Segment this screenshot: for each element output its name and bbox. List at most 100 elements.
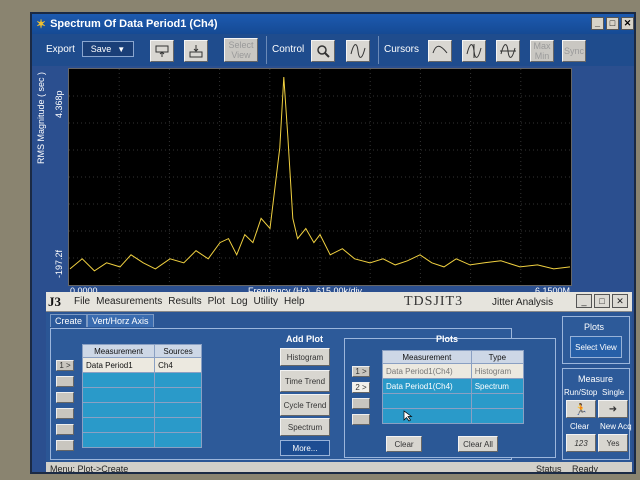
app-name: TDSJIT3 [404,294,464,309]
spectrum-title-bar: ✶ Spectrum Of Data Period1 (Ch4) _ □ ✕ [32,14,634,34]
run-stop-button[interactable]: 🏃 [566,400,596,418]
y-axis-label: RMS Magnitude ( sec ) [36,71,46,164]
table-row[interactable] [81,402,202,418]
waveform-control-icon[interactable] [346,40,370,62]
save-dropdown[interactable]: Save ▼ [82,41,134,57]
plot-row-button-3[interactable]: > [352,398,370,409]
close-button[interactable]: ✕ [621,17,634,30]
single-button[interactable]: ➜ [598,400,628,418]
clear-measure-button[interactable]: 123 [566,434,596,452]
plot-row-button-1[interactable]: 1 > [352,366,370,377]
source-cell[interactable] [154,417,202,433]
j3-logo: J3 [48,294,61,309]
measurement-cell[interactable] [81,372,156,388]
cursor-horizontal-icon[interactable] [496,40,520,62]
new-acq-yes-button[interactable]: Yes [598,434,628,452]
add-plot-title: Add Plot [286,334,323,344]
plot-type-cell[interactable] [470,408,525,424]
measure-row-button-2[interactable]: > [56,376,74,387]
select-view-button[interactable]: Select View [224,38,258,62]
source-cell[interactable] [154,372,202,388]
table-row[interactable]: Data Period1 Ch4 [81,357,202,373]
maximize-button[interactable]: □ [606,17,619,30]
export-down-icon[interactable] [184,40,208,62]
source-cell[interactable] [154,402,202,418]
y-axis-bottom-tick: -197.2f [54,249,64,278]
sources-column-header: Sources [154,344,202,358]
cursor-vertical-icon[interactable] [462,40,486,62]
menu-help[interactable]: Help [284,296,305,307]
clear-plot-button[interactable]: Clear [386,436,422,452]
plot-measurement-cell[interactable]: Data Period1(Ch4) [382,363,472,379]
control-label: Control [272,44,305,55]
menu-plot[interactable]: Plot [208,296,225,307]
table-row[interactable] [81,387,202,403]
menu-measurements[interactable]: Measurements [96,296,162,307]
tab-create[interactable]: Create [50,314,88,327]
plot-measurement-cell[interactable]: Data Period1(Ch4) [382,378,472,394]
running-man-icon: 🏃 [574,403,588,416]
zoom-icon[interactable] [311,40,335,62]
minimize-button[interactable]: _ [591,17,604,30]
single-label: Single [602,388,625,397]
measurement-cell[interactable] [81,432,156,448]
tab-vert-horz-axis[interactable]: Vert/Horz Axis [87,314,154,327]
source-cell[interactable]: Ch4 [154,357,202,373]
clear-label: Clear [570,422,590,431]
table-row[interactable] [81,372,202,388]
plot-measurement-column-header: Measurement [382,350,472,364]
plot-measurement-cell[interactable] [382,408,472,424]
single-run-icon: ➜ [608,403,618,415]
measure-row-button-5[interactable]: > [56,424,74,435]
spectrum-plot[interactable] [68,68,572,286]
plot-type-cell[interactable]: Histogram [470,363,525,379]
source-cell[interactable] [154,387,202,403]
source-cell[interactable] [154,432,202,448]
plot-row-button-4[interactable]: > [352,414,370,425]
right-plots-title: Plots [584,322,605,332]
save-dropdown-label: Save [90,44,112,54]
measurement-column-header: Measurement [81,344,156,358]
menu-log[interactable]: Log [231,296,248,307]
measurement-cell[interactable] [81,387,156,403]
max-min-button[interactable]: Max Min [530,40,554,62]
measurement-cell[interactable] [81,402,156,418]
cursors-label: Cursors [384,44,420,55]
right-select-view-button[interactable]: Select View [570,336,622,358]
main-menu: File Measurements Results Plot Log Utili… [74,296,305,307]
table-row[interactable] [382,393,525,409]
table-row[interactable] [81,417,202,433]
plot-type-cell[interactable]: Spectrum [470,378,525,394]
app-maximize-button[interactable]: □ [594,294,610,308]
measurement-cell[interactable]: Data Period1 [81,357,156,373]
export-up-icon[interactable] [150,40,174,62]
measure-row-button-1[interactable]: 1 > [56,360,74,371]
app-close-button[interactable]: ✕ [612,294,628,308]
cursor-wave-icon[interactable] [428,40,452,62]
table-row[interactable]: Data Period1(Ch4) Spectrum [382,378,525,394]
toolbar-divider [378,36,379,64]
table-row[interactable] [81,432,202,448]
cycle-trend-button[interactable]: Cycle Trend [280,394,330,416]
menu-file[interactable]: File [74,296,90,307]
measurement-cell[interactable] [81,417,156,433]
clear-all-button[interactable]: Clear All [458,436,498,452]
measure-row-button-6[interactable]: > [56,440,74,451]
measure-row-button-4[interactable]: > [56,408,74,419]
spectrum-button[interactable]: Spectrum [280,418,330,436]
measure-row-button-3[interactable]: > [56,392,74,403]
plot-type-column-header: Type [470,350,525,364]
more-button[interactable]: More... [280,440,330,456]
menu-results[interactable]: Results [168,296,201,307]
tdsjit3-menu-bar: J3 File Measurements Results Plot Log Ut… [46,292,632,312]
menu-utility[interactable]: Utility [254,296,278,307]
table-row[interactable]: Data Period1(Ch4) Histogram [382,363,525,379]
histogram-button[interactable]: Histogram [280,348,330,366]
sync-button[interactable]: Sync [562,40,586,62]
toolbar-divider [266,36,267,64]
plot-type-cell[interactable] [470,393,525,409]
app-minimize-button[interactable]: _ [576,294,592,308]
plot-measurement-cell[interactable] [382,393,472,409]
plot-row-button-2[interactable]: 2 > [352,382,370,393]
time-trend-button[interactable]: Time Trend [280,370,330,392]
